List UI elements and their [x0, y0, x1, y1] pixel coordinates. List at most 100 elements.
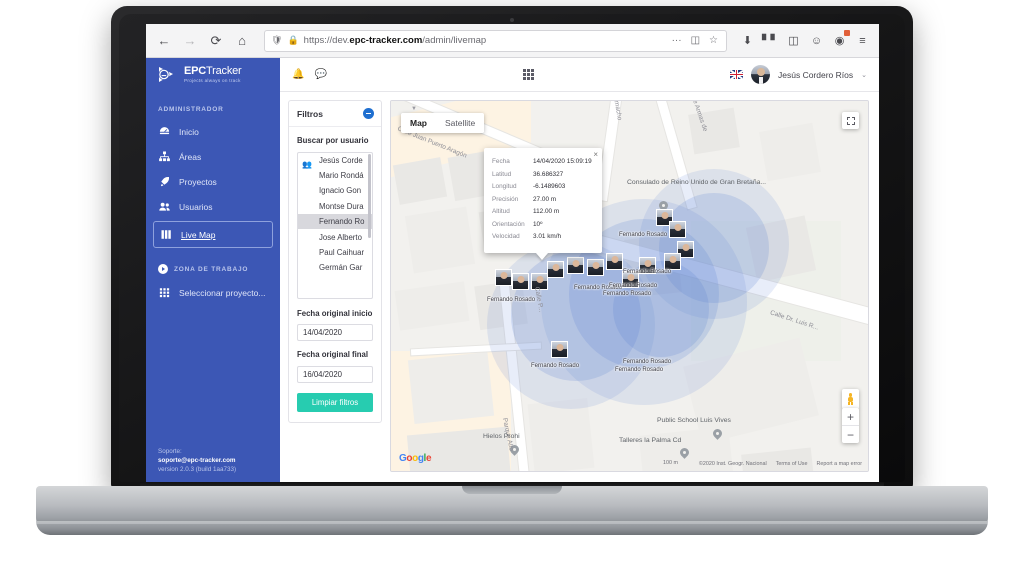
info-key: Orientación	[492, 220, 525, 228]
user-list-scrollbar[interactable]	[368, 153, 371, 238]
sidebar-item-areas[interactable]: Áreas	[146, 144, 280, 169]
extension-badge	[844, 30, 850, 36]
map-info-window[interactable]: × Fecha 14/04/2020 15:09:19 Latitud 36.686…	[484, 148, 602, 260]
close-icon[interactable]: ×	[593, 150, 598, 159]
download-icon[interactable]: ⬇	[739, 32, 756, 49]
report-map-error-link[interactable]: Report a map error	[816, 461, 862, 467]
apps-grid-icon[interactable]	[522, 69, 534, 80]
user-marker[interactable]	[587, 259, 604, 276]
zoom-control[interactable]: + −	[842, 408, 859, 443]
back-button[interactable]: ←	[154, 31, 174, 51]
map-canvas[interactable]: Fernando Rosado Fernando Rosado Fernando…	[391, 101, 868, 471]
map-card[interactable]: Fernando Rosado Fernando Rosado Fernando…	[390, 100, 869, 472]
info-row: Latitud 36.686327	[492, 169, 595, 182]
grid-squares-icon	[158, 286, 171, 299]
marker-label: Fernando Rosado	[623, 359, 672, 365]
street-view-pegman-button[interactable]	[842, 389, 859, 409]
sidebar-item-usuarios[interactable]: Usuarios	[146, 194, 280, 219]
sidebar-item-inicio[interactable]: Inicio	[146, 119, 280, 144]
home-button[interactable]: ⌂	[232, 31, 252, 51]
map-type-map-button[interactable]: Map	[401, 113, 436, 133]
app-logo[interactable]: EPCTracker Projects always on track	[146, 58, 280, 92]
language-flag-icon[interactable]	[730, 70, 743, 79]
info-value: -6.1489603	[533, 183, 566, 191]
date-end-input[interactable]: 16/04/2020	[297, 365, 373, 383]
messages-chat-icon[interactable]: 💬	[314, 69, 326, 80]
section-administrador: ADMINISTRADOR	[158, 106, 224, 113]
sidebar-label-usuarios: Usuarios	[179, 201, 213, 212]
marker-label: Fernando Rosado	[609, 283, 658, 289]
list-item[interactable]: Jose Alberto	[298, 229, 372, 244]
top-bar: 🔔 💬 Jesús Cordero Ríos ⌄	[280, 58, 879, 92]
map-pin[interactable]	[713, 429, 722, 441]
user-name[interactable]: Jesús Cordero Ríos	[778, 70, 853, 80]
date-start-input[interactable]: 14/04/2020	[297, 324, 373, 342]
list-item[interactable]: Mario Rondá	[298, 168, 372, 183]
info-value: 27.00 m	[533, 195, 557, 203]
poi-label: Consulado de Reino Unido de Gran Bretaña…	[627, 179, 767, 186]
filters-collapse-button[interactable]	[363, 108, 374, 119]
list-item[interactable]: Germán Gar	[298, 260, 372, 275]
sidebar-item-live-map[interactable]: Live Map	[153, 221, 273, 248]
url-path: /admin/livemap	[422, 35, 487, 46]
map-scale: 100 m	[663, 460, 678, 466]
zoom-out-button[interactable]: −	[842, 426, 859, 443]
zoom-in-button[interactable]: +	[842, 408, 859, 425]
forward-button[interactable]: →	[180, 31, 200, 51]
browser-toolbar: ← → ⟳ ⌂ 🛡 🔒 https://dev.epc-tracker.com/…	[146, 24, 879, 58]
browser-menu-icon[interactable]: ≡	[854, 32, 871, 49]
info-key: Longitud	[492, 183, 517, 191]
marker-label: Fernando Rosado	[619, 232, 668, 238]
map-type-satellite-button[interactable]: Satellite	[436, 113, 485, 133]
list-item[interactable]: Ignacio Gon	[298, 183, 372, 198]
support-block: Soporte: soporte@epc-tracker.com version…	[146, 447, 280, 474]
workspace: Filtros Buscar por usuario 👥 Jesús Corde…	[280, 92, 879, 482]
user-marker[interactable]	[551, 341, 568, 358]
url-prefix: https://dev.	[303, 35, 350, 46]
map-pin[interactable]	[680, 448, 689, 460]
fullscreen-icon	[846, 116, 855, 125]
user-marker[interactable]	[547, 261, 564, 278]
map-type-control[interactable]: Map Satellite	[401, 113, 485, 133]
lock-icon[interactable]: 🔒	[287, 35, 298, 46]
library-icon[interactable]: ▘▘	[762, 32, 779, 49]
info-window-tail	[536, 252, 548, 260]
list-item-selected[interactable]: Fernando Ro	[298, 214, 372, 230]
user-list[interactable]: 👥 Jesús Corde Mario Rondá Ignacio Gon Mo…	[297, 151, 373, 299]
user-marker[interactable]	[495, 269, 512, 286]
support-email[interactable]: soporte@epc-tracker.com	[158, 456, 268, 465]
bookmark-star-icon[interactable]: ☆	[707, 35, 720, 46]
attribution-text: ©2020 Inst. Geogr. Nacional	[698, 461, 767, 467]
reload-button[interactable]: ⟳	[206, 31, 226, 51]
user-marker[interactable]	[512, 273, 529, 290]
fullscreen-button[interactable]	[842, 112, 859, 129]
notifications-bell-icon[interactable]: 🔔	[292, 69, 304, 80]
list-item[interactable]: Paul Caihuar	[298, 245, 372, 260]
chevron-down-icon[interactable]: ⌄	[861, 71, 867, 79]
sidebar-toggle-icon[interactable]: ◫	[785, 32, 802, 49]
laptop-screen: ← → ⟳ ⌂ 🛡 🔒 https://dev.epc-tracker.com/…	[146, 24, 879, 482]
account-icon[interactable]: ☺	[808, 32, 825, 49]
date-end-label: Fecha original final	[297, 350, 369, 360]
sidebar-item-proyectos[interactable]: Proyectos	[146, 169, 280, 194]
user-marker[interactable]	[606, 253, 623, 270]
user-marker[interactable]	[669, 221, 686, 238]
reader-mode-icon[interactable]: ◫	[689, 35, 702, 46]
avatar[interactable]	[751, 65, 770, 84]
info-value: 14/04/2020 15:09:19	[533, 158, 592, 166]
extension-icon[interactable]: ◉	[831, 30, 850, 49]
marker-label: Fernando Rosado	[623, 269, 672, 275]
user-marker[interactable]	[567, 257, 584, 274]
list-item[interactable]: Montse Dura	[298, 199, 372, 214]
tracking-shield-icon[interactable]: 🛡	[271, 35, 282, 46]
clear-filters-button[interactable]: Limpiar filtros	[297, 392, 373, 412]
info-value: 112.00 m	[533, 208, 560, 216]
poi-label: Hielos Prohi	[483, 433, 520, 440]
sidebar-item-seleccionar-proyecto[interactable]: Seleccionar proyecto...	[146, 280, 280, 305]
page-actions-icon[interactable]: ···	[670, 35, 684, 46]
sidebar-label-live-map: Live Map	[181, 229, 216, 240]
user-marker[interactable]	[664, 253, 681, 270]
info-key: Altitud	[492, 208, 510, 216]
terms-of-use-link[interactable]: Terms of Use	[776, 461, 808, 467]
url-bar[interactable]: 🛡 🔒 https://dev.epc-tracker.com/admin/li…	[264, 29, 727, 52]
